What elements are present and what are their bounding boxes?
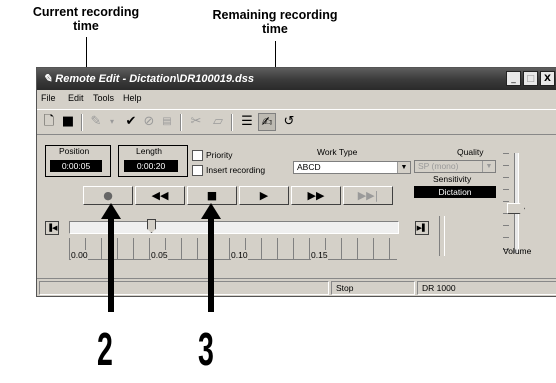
quality-label: Quality	[457, 147, 484, 157]
paste-icon[interactable]: ▱	[209, 113, 227, 131]
new-icon[interactable]: 🗋	[40, 113, 58, 131]
step-number-3: 3	[198, 323, 214, 375]
status-device: DR 1000	[417, 281, 556, 295]
play-icon: ▶	[259, 189, 269, 202]
length-display: 0:00:20	[124, 160, 178, 172]
status-bar: Stop DR 1000	[37, 278, 556, 296]
maximize-button[interactable]: □	[523, 71, 538, 86]
go-to-end-button[interactable]: ▶▌	[415, 221, 429, 235]
rewind-button[interactable]: ◀◀	[135, 186, 185, 205]
rewind-icon: ◀◀	[151, 189, 169, 202]
callout-current-recording-time: Current recording time	[32, 5, 140, 33]
work-type-value: ABCD	[297, 162, 321, 172]
position-display: 0:00:05	[50, 160, 102, 172]
toolbar-separator	[81, 114, 83, 131]
position-label: Position	[59, 146, 90, 156]
volume-label: Volume	[503, 246, 532, 256]
status-pane-empty	[39, 281, 329, 295]
go-to-start-button[interactable]: ▐◀	[45, 221, 59, 235]
fast-forward-button[interactable]: ▶▶	[291, 186, 341, 205]
toolbar: 🗋 ■ ✎ ▾ ✔ ⊘ ▤ ✂ ▱ ☰ ✍ ↺	[37, 109, 556, 135]
quality-select[interactable]: SP (mono) ▼	[414, 160, 496, 173]
status-state: Stop	[331, 281, 415, 295]
fast-forward-icon: ▶▶	[307, 189, 325, 202]
chevron-down-icon[interactable]: ▾	[103, 113, 121, 131]
work-type-select[interactable]: ABCD ▼	[293, 161, 411, 174]
arrow-head-step-3	[201, 203, 221, 219]
cue-next-icon: ▶▶|	[357, 189, 379, 202]
properties-icon[interactable]: ☰	[238, 113, 256, 131]
cancel-icon[interactable]: ⊘	[140, 113, 158, 131]
menu-file[interactable]: File	[41, 93, 56, 103]
arrow-head-step-2	[101, 203, 121, 219]
toolbar-separator	[231, 114, 233, 131]
callout-remaining-recording-time: Remaining recording time	[212, 8, 338, 36]
remote-edit-window: ✎ Remote Edit - Dictation\DR100019.dss _…	[36, 67, 556, 297]
timeline-track[interactable]	[69, 221, 399, 234]
level-meter	[439, 216, 445, 256]
sensitivity-display[interactable]: Dictation	[414, 186, 496, 198]
edit-active-icon[interactable]: ✍	[258, 113, 276, 131]
timeline-tick-label: 0.00	[71, 250, 88, 260]
menu-help[interactable]: Help	[123, 93, 142, 103]
check-icon[interactable]: ✔	[122, 113, 140, 131]
step-number-2: 2	[97, 323, 113, 375]
volume-slider-thumb[interactable]	[507, 203, 525, 214]
record-icon: ●	[103, 189, 113, 202]
menu-edit[interactable]: Edit	[68, 93, 84, 103]
chevron-down-icon[interactable]: ▼	[397, 162, 410, 173]
save-icon[interactable]: ■	[59, 113, 77, 131]
minimize-button[interactable]: _	[506, 71, 521, 86]
arrow-shaft-step-3	[208, 212, 214, 312]
window-title: ✎ Remote Edit - Dictation\DR100019.dss	[43, 73, 254, 85]
insert-recording-label: Insert recording	[206, 165, 266, 175]
chevron-down-icon[interactable]: ▼	[482, 161, 495, 172]
arrow-shaft-step-2	[108, 212, 114, 312]
quality-value: SP (mono)	[418, 161, 459, 171]
toolbar-separator	[180, 114, 182, 131]
length-label: Length	[136, 146, 162, 156]
cut-icon[interactable]: ✂	[187, 113, 205, 131]
priority-label: Priority	[206, 150, 233, 160]
menu-tools[interactable]: Tools	[93, 93, 114, 103]
stop-icon: ■	[206, 189, 218, 202]
menu-bar: File Edit Tools Help	[37, 90, 556, 108]
timeline-tick-label: 0.15	[311, 250, 328, 260]
timeline-tick-label: 0.05	[151, 250, 168, 260]
id-icon[interactable]: ▤	[158, 113, 176, 131]
play-button[interactable]: ▶	[239, 186, 289, 205]
undo-icon[interactable]: ↺	[280, 113, 298, 131]
timeline-tick-label: 0.10	[231, 250, 248, 260]
close-button[interactable]: X	[540, 71, 555, 86]
priority-checkbox[interactable]	[192, 150, 203, 161]
cue-next-button[interactable]: ▶▶|	[343, 186, 393, 205]
work-type-label: Work Type	[317, 147, 358, 157]
sensitivity-label: Sensitivity	[433, 174, 472, 184]
insert-recording-checkbox[interactable]	[192, 165, 203, 176]
title-bar[interactable]: ✎ Remote Edit - Dictation\DR100019.dss _…	[37, 68, 556, 90]
